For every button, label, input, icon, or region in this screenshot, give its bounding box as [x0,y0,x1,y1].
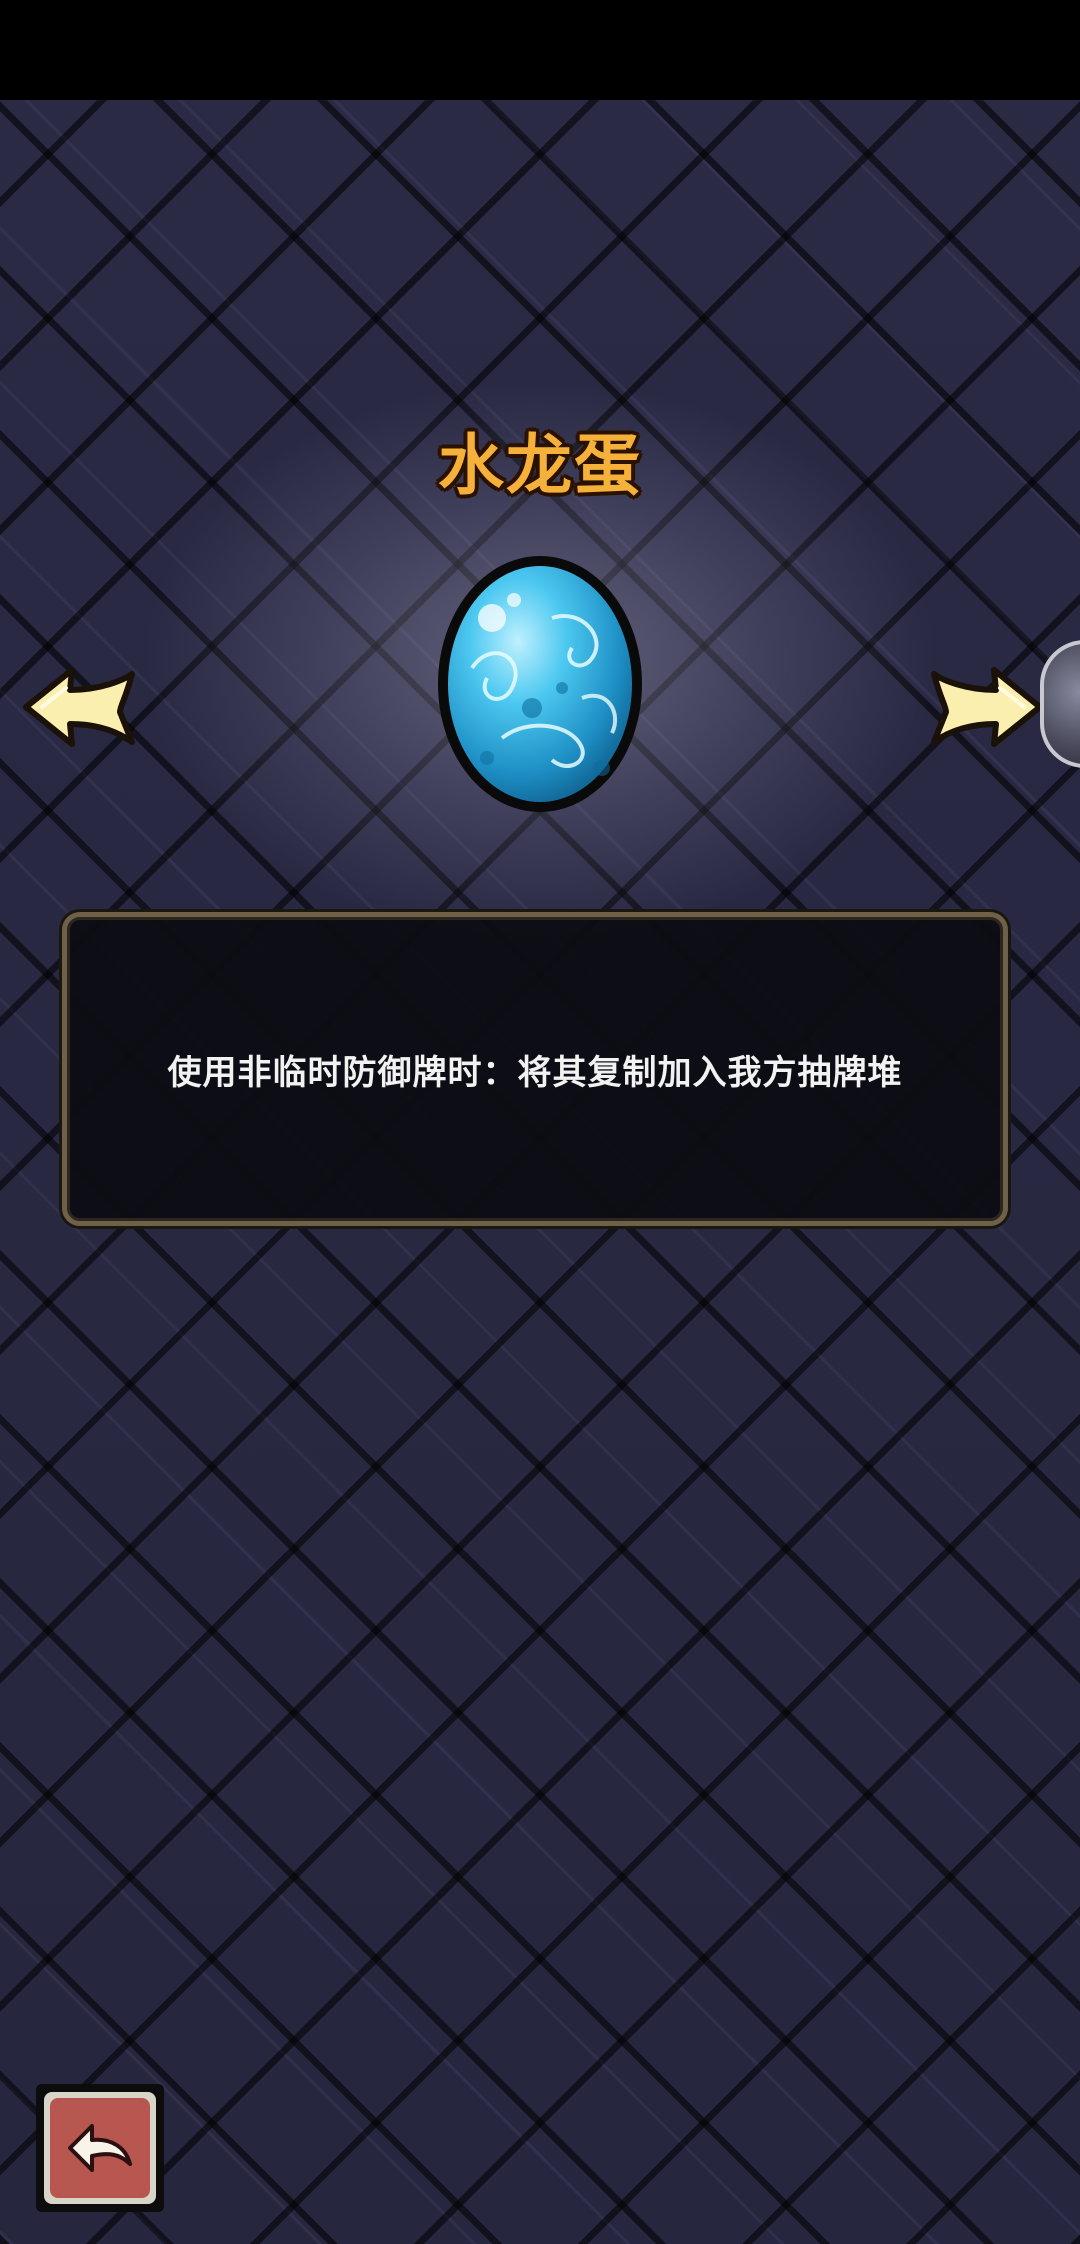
next-item-preview [1040,640,1080,768]
next-arrow-button[interactable] [928,662,1046,752]
previous-arrow-button[interactable] [20,662,138,752]
item-description: 使用非临时防御牌时：将其复制加入我方抽牌堆 [167,1052,903,1093]
description-panel: 使用非临时防御牌时：将其复制加入我方抽牌堆 [62,912,1008,1226]
water-dragon-egg-icon [438,556,642,812]
status-bar [0,0,1080,100]
item-detail-screen: 水龙蛋 使用非临时防御牌时：将其复制加入我方抽牌堆 [0,0,1080,2244]
item-title: 水龙蛋 [438,427,642,504]
back-button[interactable] [34,2082,166,2214]
